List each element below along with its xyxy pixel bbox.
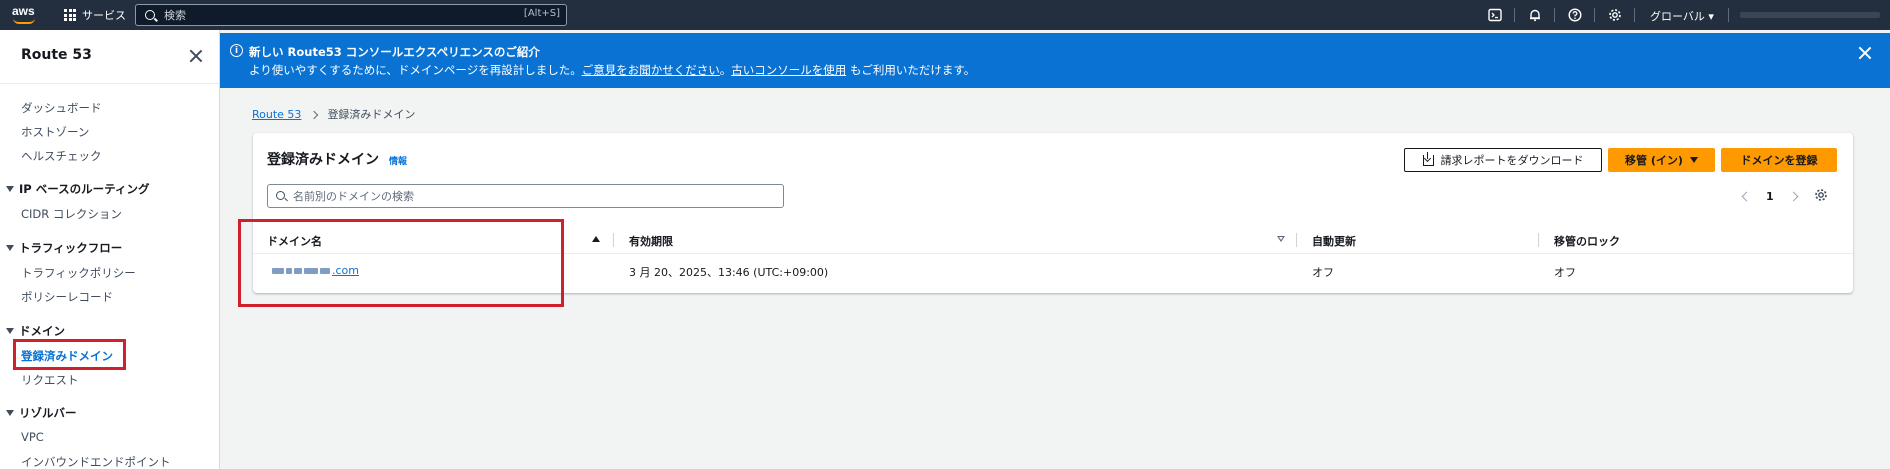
sidebar-item-requests[interactable]: リクエスト [21, 372, 79, 388]
caret-down-icon [6, 410, 14, 416]
sidebar-title[interactable]: Route 53 [21, 47, 92, 63]
sidebar-divider [0, 83, 219, 84]
sidebar-group-label: リゾルバー [19, 406, 77, 420]
account-menu[interactable] [1740, 12, 1880, 18]
grid-icon [64, 9, 76, 21]
nav-divider [1514, 8, 1515, 22]
sidebar-group-ip-routing[interactable]: IP ベースのルーティング [6, 181, 149, 197]
region-selector[interactable]: グローバル ▾ [1650, 8, 1714, 24]
sidebar-group-traffic-flow[interactable]: トラフィックフロー [6, 240, 122, 256]
highlight-box-sidebar [13, 339, 126, 370]
flash-banner: i 新しい Route53 コンソールエクスペリエンスのご紹介 より使いやすくす… [220, 33, 1890, 88]
page-number[interactable]: 1 [1766, 190, 1774, 203]
services-menu-button[interactable]: サービス [64, 6, 126, 24]
column-divider [613, 233, 614, 247]
sidebar-group-resolver[interactable]: リゾルバー [6, 405, 77, 421]
transfer-in-button[interactable]: 移管 (イン) [1608, 148, 1715, 172]
search-shortcut-hint: [Alt+S] [523, 8, 560, 19]
column-divider [1538, 233, 1539, 247]
page-title: 登録済みドメイン [267, 152, 379, 168]
sidebar-group-label: トラフィックフロー [19, 241, 123, 255]
caret-down-icon [1689, 157, 1698, 163]
info-icon: i [230, 44, 243, 57]
breadcrumb-current: 登録済みドメイン [327, 108, 416, 121]
auto-renew-cell: オフ [1312, 266, 1334, 279]
chevron-left-icon[interactable] [1741, 191, 1752, 202]
sidebar-item-traffic-policies[interactable]: トラフィックポリシー [21, 265, 136, 281]
caret-down-icon [6, 245, 14, 251]
old-console-link[interactable]: 古いコンソールを使用 [731, 63, 846, 77]
nav-divider [1554, 8, 1555, 22]
global-search[interactable]: [Alt+S] [135, 4, 567, 26]
sidebar-group-label: ドメイン [19, 324, 65, 338]
transfer-lock-cell: オフ [1554, 266, 1576, 279]
services-label: サービス [82, 9, 126, 22]
aws-logo[interactable]: aws [12, 4, 38, 26]
highlight-box-domain-column [238, 219, 564, 307]
button-label: 移管 (イン) [1625, 154, 1683, 167]
gear-icon[interactable] [1607, 7, 1623, 23]
caret-down-icon [6, 186, 14, 192]
caret-down-icon [6, 328, 14, 334]
sidebar-group-domains[interactable]: ドメイン [6, 323, 65, 339]
nav-divider [1594, 8, 1595, 22]
sidebar-item-policy-records[interactable]: ポリシーレコード [21, 289, 113, 305]
sidebar-item-inbound-endpoints[interactable]: インバウンドエンドポイント [21, 454, 171, 469]
gear-icon[interactable] [1814, 188, 1828, 202]
breadcrumb: Route 53 登録済みドメイン [252, 106, 415, 122]
global-search-input[interactable] [164, 7, 524, 23]
breadcrumb-root-link[interactable]: Route 53 [252, 108, 301, 121]
sidebar-item-health-checks[interactable]: ヘルスチェック [21, 148, 102, 164]
cloudshell-icon[interactable] [1487, 7, 1503, 23]
flash-body-text: もご利用いただけます。 [849, 63, 976, 77]
close-icon[interactable] [1858, 46, 1872, 60]
sort-ascending-icon[interactable] [592, 236, 600, 242]
download-icon [1422, 151, 1434, 166]
download-billing-report-button[interactable]: 請求レポートをダウンロード [1404, 148, 1602, 172]
sidebar-item-vpcs[interactable]: VPC [21, 430, 44, 444]
domain-filter[interactable] [267, 184, 784, 208]
register-domain-button[interactable]: ドメインを登録 [1721, 148, 1837, 172]
help-icon[interactable] [1567, 7, 1583, 23]
sidebar-item-cidr-collections[interactable]: CIDR コレクション [21, 206, 122, 222]
sidebar-item-dashboard[interactable]: ダッシュボード [21, 100, 102, 116]
flash-body: より使いやすくするために、ドメインページを再設計しました。ご意見をお聞かせくださ… [249, 62, 975, 78]
button-label: 請求レポートをダウンロード [1440, 154, 1584, 167]
flash-body-text: より使いやすくするために、ドメインページを再設計しました。 [249, 63, 582, 77]
column-header-expiration[interactable]: 有効期限 [629, 233, 673, 249]
aws-logo-text: aws [12, 4, 35, 18]
aws-smile-icon [13, 18, 35, 24]
feedback-link[interactable]: ご意見をお聞かせください [582, 63, 720, 77]
flash-title: 新しい Route53 コンソールエクスペリエンスのご紹介 [249, 45, 540, 59]
bell-icon[interactable] [1527, 7, 1543, 23]
column-header-transfer-lock[interactable]: 移管のロック [1554, 233, 1620, 249]
pagination: 1 [1741, 190, 1799, 203]
sidebar-group-label: IP ベースのルーティング [19, 182, 150, 196]
expiration-cell: 3 月 20、2025、13:46 (UTC:+09:00) [629, 266, 829, 279]
column-divider [1296, 233, 1297, 247]
side-navigation: Route 53 ダッシュボード ホストゾーン ヘルスチェック IP ベースのル… [0, 30, 220, 469]
info-link[interactable]: 情報 [389, 154, 407, 167]
domain-filter-input[interactable] [293, 189, 773, 204]
nav-divider [1634, 8, 1635, 22]
chevron-right-icon[interactable] [1788, 191, 1799, 202]
flash-body-text: 。 [719, 63, 732, 77]
top-navigation: aws サービス [Alt+S] グローバル ▾ [0, 0, 1890, 30]
search-icon [145, 10, 155, 20]
chevron-right-icon [310, 110, 319, 119]
sidebar-item-hosted-zones[interactable]: ホストゾーン [21, 124, 89, 140]
nav-divider [1728, 8, 1729, 22]
column-header-auto-renew[interactable]: 自動更新 [1312, 233, 1356, 249]
sort-icon[interactable] [1277, 236, 1285, 242]
search-icon [276, 191, 285, 200]
close-icon[interactable] [189, 49, 203, 63]
